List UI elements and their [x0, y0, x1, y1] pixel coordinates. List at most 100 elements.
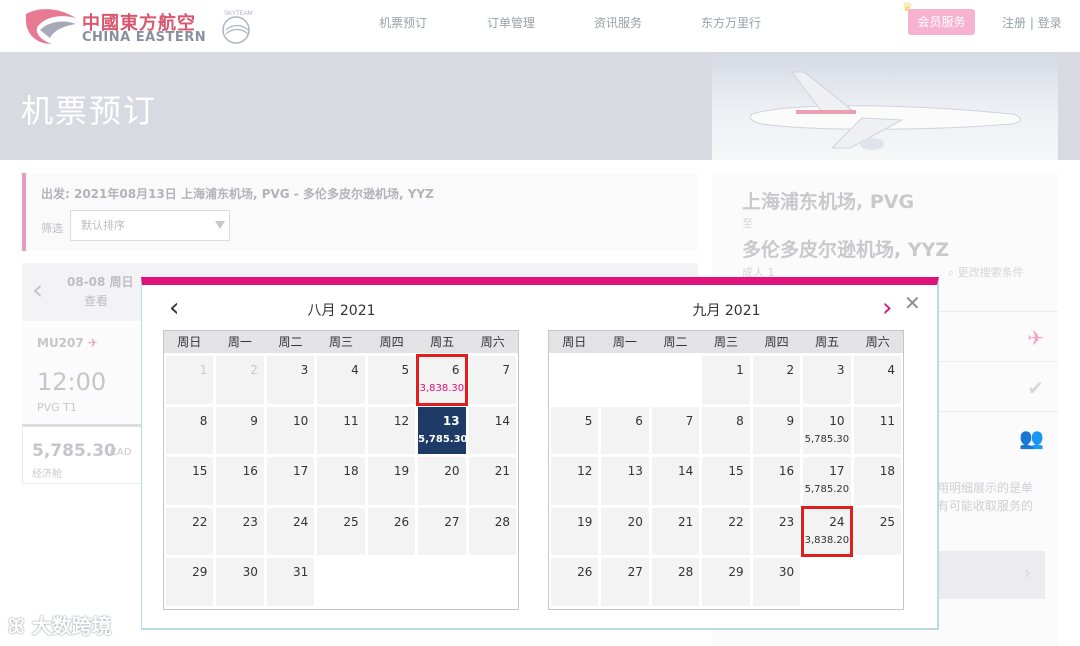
- sort-select-value: 默认排序: [81, 219, 125, 232]
- calendar-day[interactable]: 29: [166, 558, 214, 606]
- weekday-label: 周日: [177, 335, 202, 349]
- nav-order-management[interactable]: 订单管理: [487, 14, 535, 31]
- day-number: 1: [736, 363, 744, 377]
- calendar-day[interactable]: 3: [266, 356, 315, 404]
- day-number: 3: [300, 363, 309, 377]
- day-number: 10: [293, 413, 309, 428]
- calendar-day[interactable]: 14: [651, 457, 700, 505]
- calendar-day[interactable]: 25: [317, 507, 365, 555]
- calendar-day[interactable]: 28: [651, 558, 700, 606]
- calendar-day[interactable]: 5: [367, 356, 416, 404]
- calendar-day[interactable]: 9: [216, 406, 264, 454]
- calendar-day[interactable]: 28: [468, 507, 516, 555]
- calendar-day[interactable]: 9: [752, 406, 801, 454]
- calendar-day[interactable]: 23: [752, 507, 801, 555]
- calendar-august: 周日 周一 周二 周三 周四 周五 周六 1 2 3 4 5 6 3,838.30 7 8 9 10…: [163, 330, 519, 610]
- calendar-day[interactable]: 16: [752, 457, 801, 505]
- calendar-day[interactable]: 6 3,838.30: [416, 354, 468, 406]
- weekday-label: 周三: [714, 335, 739, 349]
- register-login-link[interactable]: 注册 | 登录: [1002, 14, 1062, 31]
- china-eastern-logo[interactable]: 中國東方航空 CHINA EASTERN SKYTEAM: [22, 4, 262, 48]
- change-search-link[interactable]: ⌕ 更改搜索条件: [948, 264, 1024, 280]
- sort-select[interactable]: 默认排序: [70, 210, 230, 241]
- calendar-day[interactable]: 11: [853, 406, 901, 454]
- calendar-day[interactable]: 3: [803, 356, 851, 404]
- calendar-day[interactable]: 23: [216, 507, 264, 555]
- calendar-day[interactable]: 17: [266, 457, 315, 505]
- calendar-day[interactable]: 14: [468, 406, 516, 454]
- calendar-day[interactable]: 13: [601, 457, 649, 505]
- nav-eastern-miles[interactable]: 东方万里行: [701, 14, 761, 31]
- day-number: 13: [627, 464, 643, 478]
- calendar-day[interactable]: 24 3,838.20: [801, 505, 853, 557]
- day-number: 24: [293, 514, 309, 529]
- calendar-day[interactable]: 11: [317, 406, 365, 454]
- calendar-day[interactable]: 16: [216, 457, 264, 505]
- day-number: 14: [494, 413, 510, 428]
- skyteam-logo-icon: SKYTEAM: [222, 11, 253, 44]
- calendar-day[interactable]: 19: [367, 457, 416, 505]
- calendar-day[interactable]: 27: [601, 558, 649, 606]
- calendar-day[interactable]: 15: [702, 457, 750, 505]
- strip-date-label[interactable]: 08-08 周日: [67, 273, 134, 290]
- calendar-day[interactable]: 5: [551, 406, 599, 454]
- fare-option[interactable]: 5,785.30 CAD 经济舱: [22, 424, 150, 484]
- calendar-day[interactable]: 21: [651, 507, 700, 555]
- calendar-day[interactable]: 20: [418, 457, 466, 505]
- departure-time: 12:00: [37, 368, 107, 396]
- calendar-day[interactable]: 20: [601, 507, 649, 555]
- calendar-day[interactable]: 10 5,785.30: [803, 406, 851, 454]
- calendar-day[interactable]: 30: [216, 558, 264, 606]
- day-number: 13: [442, 413, 460, 428]
- calendar-day[interactable]: 21: [468, 457, 516, 505]
- calendar-day[interactable]: 4: [317, 356, 365, 404]
- calendar-day[interactable]: 15: [166, 457, 214, 505]
- day-number: 17: [293, 464, 309, 478]
- calendar-day[interactable]: 2: [752, 356, 801, 404]
- day-number: 18: [343, 464, 359, 478]
- calendar-day[interactable]: 7: [651, 406, 700, 454]
- calendar-day-selected[interactable]: 13 5,785.30: [418, 406, 468, 454]
- close-icon[interactable]: ✕: [904, 291, 921, 315]
- calendar-day[interactable]: 8: [702, 406, 750, 454]
- continue-button[interactable]: ›: [932, 551, 1045, 599]
- calendar-day[interactable]: 6: [601, 406, 649, 454]
- day-number: 23: [778, 514, 795, 529]
- nav-info-services[interactable]: 资讯服务: [594, 14, 642, 31]
- strip-prev-arrow-icon[interactable]: ‹: [32, 273, 43, 306]
- calendar-day[interactable]: 31: [266, 558, 315, 606]
- calendar-day[interactable]: 18: [853, 457, 901, 505]
- skyteam-wordmark: SKYTEAM: [224, 11, 253, 17]
- calendar-day[interactable]: 10: [266, 406, 315, 454]
- calendar-day[interactable]: 12: [367, 406, 416, 454]
- calendar-day[interactable]: 22: [702, 507, 750, 555]
- day-number: 19: [577, 514, 593, 529]
- calendar-day[interactable]: 24: [266, 507, 315, 555]
- calendar-day[interactable]: 19: [551, 507, 599, 555]
- calendar-day[interactable]: 30: [752, 558, 801, 606]
- strip-view-label[interactable]: 查看: [84, 292, 108, 309]
- calendar-day[interactable]: 25: [853, 507, 901, 555]
- calendar-day[interactable]: 18: [317, 457, 365, 505]
- fare-currency: CAD: [110, 447, 132, 458]
- day-number: 4: [887, 363, 895, 377]
- calendar-day[interactable]: 1: [702, 356, 750, 404]
- calendar-day[interactable]: 4: [853, 356, 901, 404]
- calendar-day[interactable]: 26: [551, 558, 599, 606]
- calendar-day[interactable]: 29: [702, 558, 750, 606]
- calendar-day[interactable]: 7: [468, 356, 516, 404]
- calendar-day[interactable]: 26: [367, 507, 416, 555]
- summary-origin: 上海浦东机场, PVG: [742, 191, 915, 213]
- calendar-day[interactable]: 8: [166, 406, 214, 454]
- calendar-day[interactable]: 22: [166, 507, 214, 555]
- weekday-label: 周三: [329, 335, 354, 349]
- member-services-button[interactable]: 会员服务: [908, 9, 975, 35]
- nav-flight-booking[interactable]: 机票预订: [379, 14, 427, 31]
- calendar-day: 1: [166, 356, 214, 404]
- calendar-day[interactable]: 27: [418, 507, 466, 555]
- swallow-logo-icon: [25, 9, 77, 45]
- flight-card[interactable]: MU207 ✈ 12:00 PVG T1 5,785.30 CAD 经济舱: [22, 324, 150, 484]
- calendar-day[interactable]: 17 5,785.20: [803, 457, 851, 505]
- calendar-day[interactable]: 12: [551, 457, 599, 505]
- day-number: 25: [343, 514, 359, 529]
